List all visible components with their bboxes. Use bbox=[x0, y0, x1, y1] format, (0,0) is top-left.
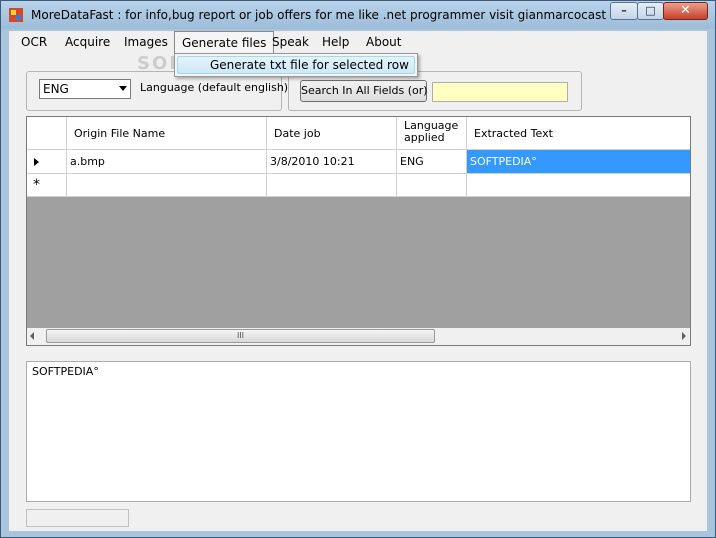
scroll-left-icon[interactable] bbox=[30, 332, 34, 340]
cell-language[interactable]: ENG bbox=[397, 150, 467, 174]
minimize-button[interactable]: – bbox=[610, 2, 638, 20]
minimize-icon: – bbox=[621, 4, 627, 17]
cell-date[interactable]: 3/8/2010 10:21 bbox=[267, 150, 397, 174]
search-button[interactable]: Search In All Fields (or) bbox=[300, 80, 428, 102]
close-icon: ✕ bbox=[680, 3, 691, 18]
window-title: MoreDataFast : for info,bug report or jo… bbox=[31, 8, 606, 22]
maximize-icon: □ bbox=[645, 4, 656, 17]
new-cell-language[interactable] bbox=[397, 174, 467, 197]
language-label: Language (default english) bbox=[140, 81, 289, 94]
column-header-language[interactable]: Language applied bbox=[397, 117, 467, 150]
menu-acquire[interactable]: Acquire bbox=[58, 31, 117, 53]
generate-files-dropdown: Generate txt file for selected row bbox=[174, 53, 418, 77]
current-row-icon bbox=[34, 158, 39, 166]
language-select[interactable]: ENG bbox=[39, 79, 131, 99]
menu-images[interactable]: Images bbox=[117, 31, 175, 53]
new-row-icon: * bbox=[33, 177, 40, 193]
menu-ocr[interactable]: OCR bbox=[14, 31, 54, 53]
cell-file[interactable]: a.bmp bbox=[67, 150, 267, 174]
maximize-button[interactable]: □ bbox=[637, 2, 664, 20]
client-area: OCR Acquire Images Generate files Speak … bbox=[9, 31, 707, 531]
new-cell-date[interactable] bbox=[267, 174, 397, 197]
new-cell-text[interactable] bbox=[467, 174, 690, 197]
app-window: MoreDataFast : for info,bug report or jo… bbox=[0, 0, 716, 538]
title-bar[interactable]: MoreDataFast : for info,bug report or jo… bbox=[1, 1, 715, 29]
cell-extracted-text[interactable]: SOFTPEDIA° bbox=[467, 150, 690, 174]
output-textbox[interactable]: SOFTPEDIA° bbox=[26, 361, 691, 502]
scroll-thumb[interactable]: III bbox=[46, 329, 435, 343]
menu-item-generate-txt[interactable]: Generate txt file for selected row bbox=[177, 56, 415, 74]
column-header-text[interactable]: Extracted Text bbox=[467, 117, 690, 150]
menu-help[interactable]: Help bbox=[315, 31, 356, 53]
menu-bar: OCR Acquire Images Generate files Speak … bbox=[9, 31, 707, 53]
new-cell-file[interactable] bbox=[67, 174, 267, 197]
menu-speak[interactable]: Speak bbox=[265, 31, 316, 53]
search-input[interactable] bbox=[432, 82, 568, 102]
data-grid[interactable]: Origin File Name Date job Language appli… bbox=[26, 116, 691, 346]
row-header-new[interactable]: * bbox=[27, 174, 67, 197]
column-header-date[interactable]: Date job bbox=[267, 117, 397, 150]
menu-generate-files[interactable]: Generate files bbox=[174, 31, 275, 53]
menu-about[interactable]: About bbox=[359, 31, 408, 53]
grid-corner-header bbox=[27, 117, 67, 150]
horizontal-scrollbar[interactable]: III bbox=[27, 328, 690, 345]
scroll-right-icon[interactable] bbox=[682, 332, 686, 340]
close-button[interactable]: ✕ bbox=[663, 2, 708, 20]
status-panel bbox=[26, 509, 129, 527]
row-header-current[interactable] bbox=[27, 150, 67, 174]
language-select-value: ENG bbox=[43, 82, 69, 96]
chevron-down-icon bbox=[119, 86, 127, 91]
column-header-file[interactable]: Origin File Name bbox=[67, 117, 267, 150]
app-icon bbox=[9, 8, 23, 22]
